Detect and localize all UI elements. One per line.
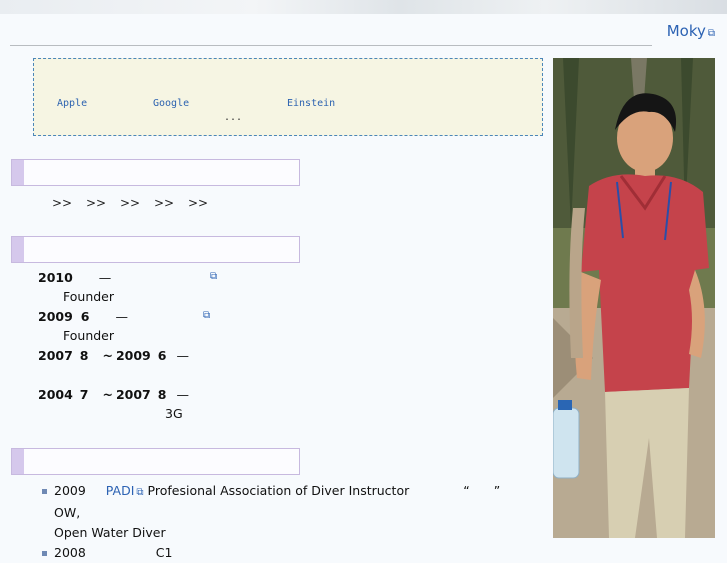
site-name: Moky [666, 22, 706, 40]
exp-start-year: 2004 [38, 387, 73, 402]
exp-dash: — [176, 387, 189, 402]
exp-sep: ~ [102, 387, 113, 402]
nav-link-1[interactable]: >> [52, 196, 86, 210]
exp-role: Founder [63, 289, 115, 304]
certification-list: 2009 PADI ⧉ Profesional Association of Di… [38, 481, 528, 563]
nav-row: >> >> >> >> >> [52, 196, 222, 210]
cert-text: C1 [155, 545, 173, 560]
exp-start-month: 7 [79, 387, 89, 402]
section-marker [12, 237, 24, 262]
cert-level-full: Open Water Diver [54, 525, 166, 540]
section-marker [12, 449, 24, 474]
section-marker [12, 160, 24, 185]
experience-row-4: 2004 7 ~2007 8 — [38, 387, 189, 402]
section-header-1 [11, 159, 300, 186]
quote-open: “ [463, 483, 470, 498]
exp-role: Founder [63, 328, 115, 343]
cert-org: Profesional Association of Diver Instruc… [147, 483, 410, 498]
external-link-icon: ⧉ [136, 487, 144, 498]
exp-year: 2009 [38, 309, 73, 324]
header-divider [10, 45, 652, 46]
quote-word-apple: Apple [57, 98, 88, 109]
exp-dash: — [176, 348, 189, 363]
external-link-icon: ⧉ [707, 28, 715, 39]
nav-link-2[interactable]: >> [86, 196, 120, 210]
exp-end-month: 6 [157, 348, 167, 363]
site-name-link[interactable]: Moky ⧉ [667, 22, 715, 40]
quote-close: ” [493, 483, 501, 498]
nav-link-5[interactable]: >> [188, 196, 222, 210]
list-item: 2009 PADI ⧉ Profesional Association of Di… [38, 481, 528, 543]
experience-row-3: 2007 8 ~2009 6 — [38, 348, 189, 363]
exp-dash: — [115, 309, 128, 324]
exp-start-year: 2007 [38, 348, 73, 363]
exp-note: 3G [165, 406, 183, 421]
exp-end-month: 8 [157, 387, 167, 402]
cert-year: 2008 [54, 545, 86, 560]
experience-row-2: 2009 6 — [38, 309, 128, 324]
external-link-icon[interactable]: ⧉ [203, 310, 210, 321]
quote-ellipsis: ... [224, 112, 243, 123]
nav-link-3[interactable]: >> [120, 196, 154, 210]
nav-link-4[interactable]: >> [154, 196, 188, 210]
section-header-3 [11, 448, 300, 475]
exp-month: 6 [80, 309, 90, 324]
cert-level: OW, [54, 505, 81, 520]
exp-dash: — [98, 270, 112, 285]
quote-word-google: Google [153, 98, 190, 109]
padi-link[interactable]: PADI ⧉ [106, 483, 144, 498]
exp-year: 2010 [38, 270, 73, 285]
top-banner [0, 0, 727, 14]
external-link-icon[interactable]: ⧉ [210, 271, 217, 282]
section-header-2 [11, 236, 300, 263]
profile-photo-illustration [553, 58, 715, 538]
quote-box: Apple Google Einstein ... [33, 58, 543, 136]
quote-word-einstein: Einstein [287, 98, 336, 109]
padi-link-label: PADI [105, 483, 135, 498]
exp-start-month: 8 [79, 348, 89, 363]
exp-sep: ~ [102, 348, 113, 363]
exp-end-year: 2007 [115, 387, 151, 402]
list-item: 2008 C1 [38, 543, 528, 563]
experience-row-1: 2010 — [38, 270, 111, 285]
exp-end-year: 2009 [115, 348, 151, 363]
profile-photo [553, 58, 715, 538]
cert-year: 2009 [54, 483, 86, 498]
